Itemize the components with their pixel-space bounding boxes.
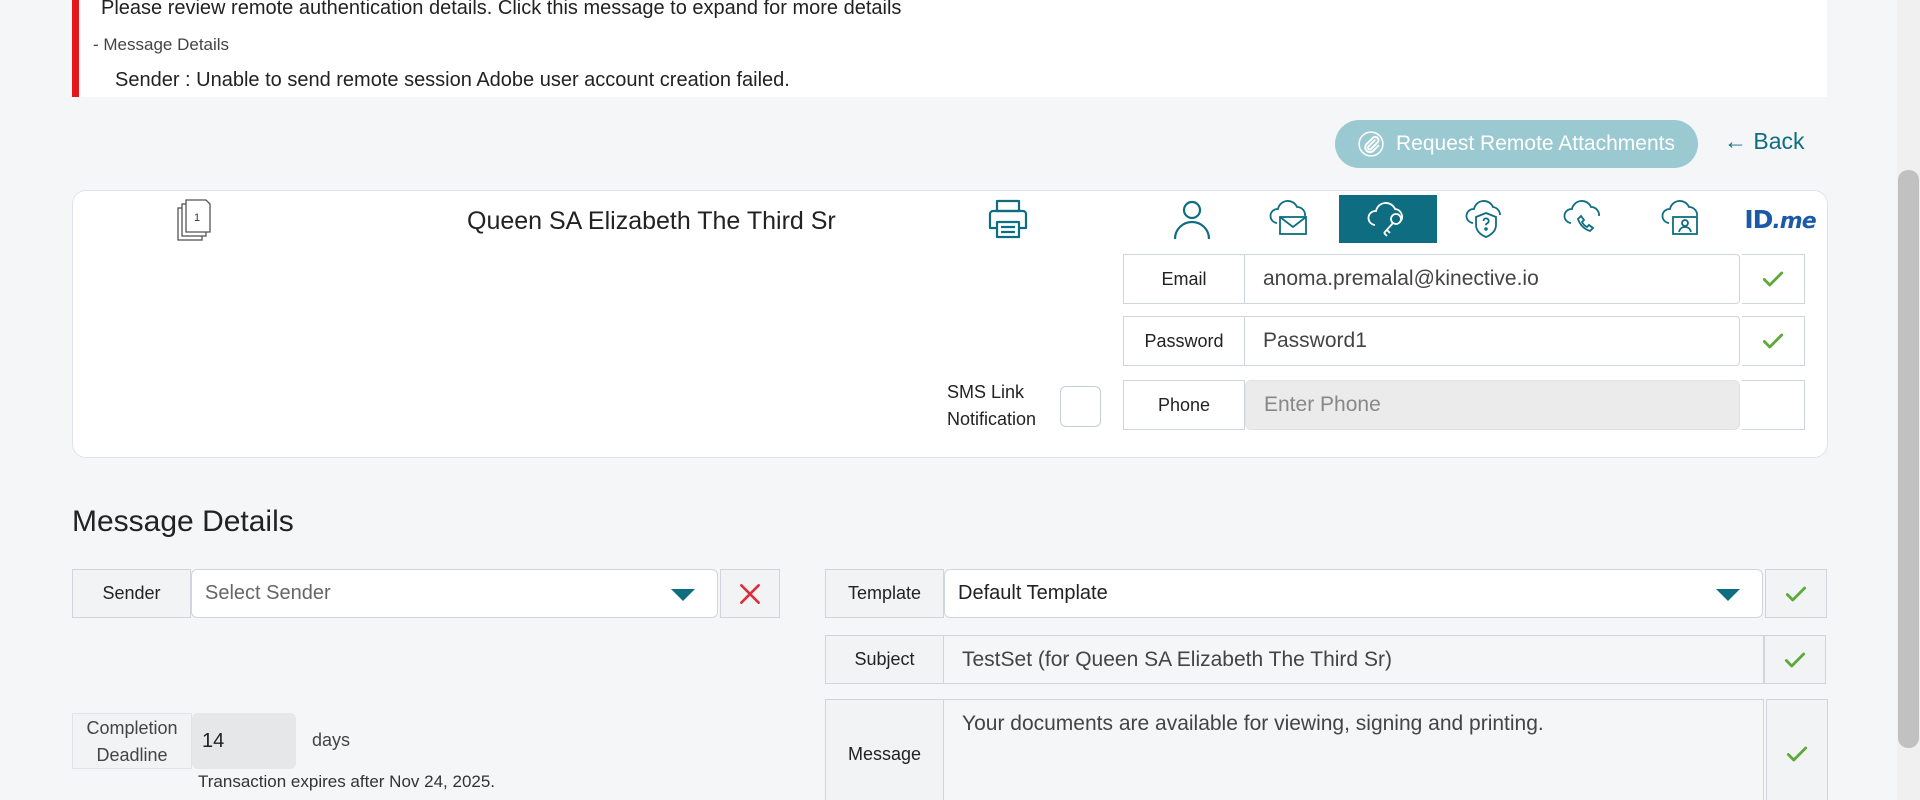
message-textarea[interactable]: Your documents are available for viewing… xyxy=(944,699,1764,800)
password-field[interactable]: Password1 xyxy=(1245,316,1740,366)
id-cloud-icon xyxy=(1661,200,1698,235)
caret-down-icon xyxy=(671,589,695,601)
person-icon xyxy=(1173,200,1211,240)
phone-label: Phone xyxy=(1123,380,1245,430)
template-row: Template Default Template xyxy=(825,569,1827,618)
template-select[interactable]: Default Template xyxy=(944,569,1763,618)
phone-status xyxy=(1742,380,1805,430)
password-verified-status xyxy=(1742,316,1805,366)
template-select-value: Default Template xyxy=(958,582,1108,604)
alert-detail: Sender : Unable to send remote session A… xyxy=(115,69,790,91)
auth-method-email[interactable] xyxy=(1241,195,1339,243)
email-field[interactable]: anoma.premalal@kinective.io xyxy=(1245,254,1740,304)
deadline-unit-label: days xyxy=(312,730,351,750)
scrollbar-thumb[interactable] xyxy=(1898,170,1919,748)
password-label: Password xyxy=(1123,316,1245,366)
deadline-label-line1: Completion xyxy=(86,718,178,738)
sms-label-line2: Notification xyxy=(947,409,1037,429)
sms-link-notification-label: SMS Link Notification xyxy=(947,379,1036,433)
alert-banner[interactable]: Please review remote authentication deta… xyxy=(72,0,1827,97)
document-pages-icon[interactable]: 1 xyxy=(173,199,213,243)
email-cloud-icon xyxy=(1269,200,1307,235)
signer-card: 1 Queen SA Elizabeth The Third Sr ID.me xyxy=(72,190,1828,458)
auth-method-person[interactable] xyxy=(1143,195,1241,243)
auth-method-bar: ID.me xyxy=(1143,195,1829,243)
email-row: Email anoma.premalal@kinective.io xyxy=(1123,254,1805,304)
sms-link-notification-checkbox[interactable] xyxy=(1060,386,1101,427)
check-icon xyxy=(1762,333,1784,349)
paperclip-icon xyxy=(1358,131,1384,157)
auth-method-security-question[interactable] xyxy=(1437,195,1535,243)
request-remote-attachments-button[interactable]: Request Remote Attachments xyxy=(1335,120,1698,168)
document-count-badge: 1 xyxy=(194,212,200,224)
email-label: Email xyxy=(1123,254,1245,304)
back-link[interactable]: ← Back xyxy=(1724,128,1805,155)
request-remote-attachments-label: Request Remote Attachments xyxy=(1396,132,1675,155)
deadline-label-line2: Deadline xyxy=(96,745,168,765)
template-status xyxy=(1765,569,1827,618)
check-icon xyxy=(1762,271,1784,287)
idme-logo: ID.me xyxy=(1744,204,1816,234)
caret-down-icon xyxy=(1716,589,1740,601)
subject-status xyxy=(1764,635,1826,684)
check-icon xyxy=(1784,652,1806,667)
message-details-toggle[interactable]: - Message Details xyxy=(93,35,229,55)
subject-row: Subject TestSet (for Queen SA Elizabeth … xyxy=(825,635,1826,684)
clear-sender-button[interactable] xyxy=(720,569,780,618)
auth-method-password[interactable] xyxy=(1339,195,1437,243)
sender-select-placeholder: Select Sender xyxy=(205,582,331,604)
subject-label: Subject xyxy=(825,635,944,684)
auth-method-phone[interactable] xyxy=(1535,195,1633,243)
password-row: Password Password1 xyxy=(1123,316,1805,366)
security-question-icon xyxy=(1465,200,1501,238)
sender-label: Sender xyxy=(72,569,191,618)
check-icon xyxy=(1785,586,1807,601)
email-verified-status xyxy=(1742,254,1805,304)
message-status xyxy=(1766,699,1828,800)
message-label: Message xyxy=(825,699,944,800)
template-label: Template xyxy=(825,569,944,618)
password-key-icon xyxy=(1367,202,1403,237)
subject-field[interactable]: TestSet (for Queen SA Elizabeth The Thir… xyxy=(944,635,1764,684)
alert-summary[interactable]: Please review remote authentication deta… xyxy=(101,0,901,20)
auth-method-id[interactable] xyxy=(1633,195,1731,243)
transaction-expiry-text: Transaction expires after Nov 24, 2025. xyxy=(198,772,496,791)
sender-row: Sender Select Sender xyxy=(72,569,780,618)
sender-select[interactable]: Select Sender xyxy=(191,569,718,618)
completion-deadline-input[interactable]: 14 xyxy=(192,713,296,769)
sms-label-line1: SMS Link xyxy=(947,382,1025,402)
signer-name: Queen SA Elizabeth The Third Sr xyxy=(467,207,836,235)
auth-method-idme[interactable]: ID.me xyxy=(1731,195,1829,243)
check-icon xyxy=(1786,746,1808,762)
close-icon xyxy=(740,583,760,604)
phone-row: Phone Enter Phone xyxy=(1123,380,1805,430)
phone-field[interactable]: Enter Phone xyxy=(1245,380,1740,430)
message-details-title: Message Details xyxy=(72,505,294,538)
phone-cloud-icon xyxy=(1563,200,1600,233)
print-icon[interactable] xyxy=(984,195,1032,243)
completion-deadline-label: Completion Deadline xyxy=(72,713,192,769)
